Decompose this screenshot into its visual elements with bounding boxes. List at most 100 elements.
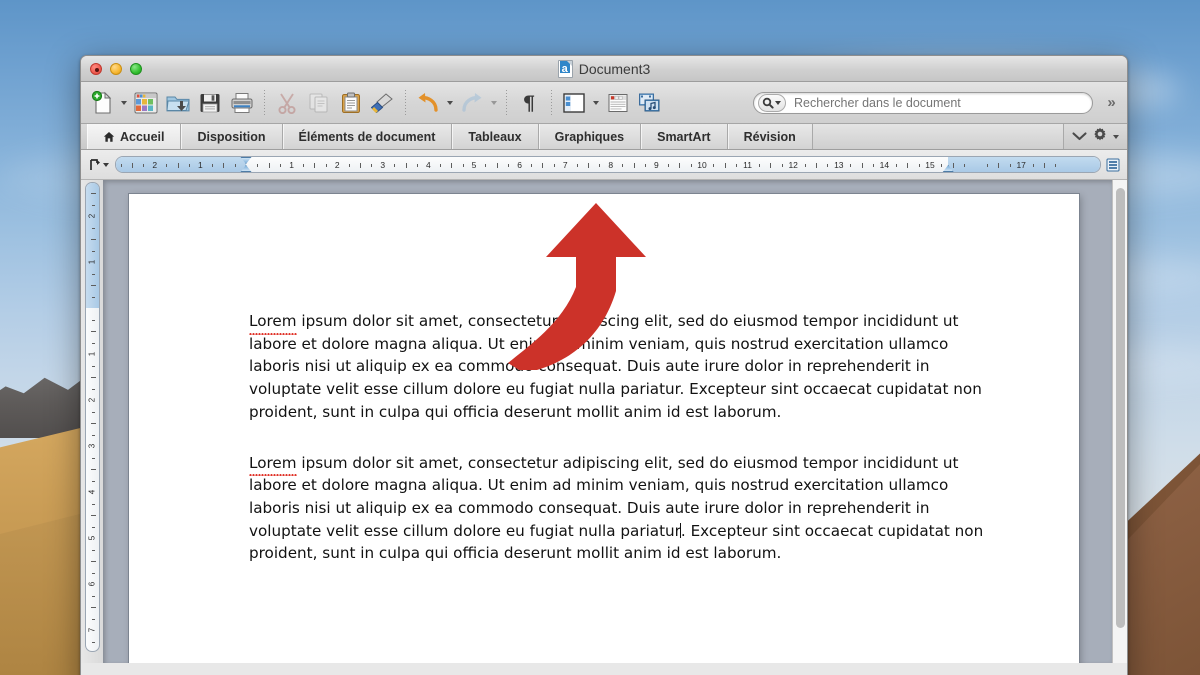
ruler-tick xyxy=(599,164,601,167)
template-gallery-button[interactable] xyxy=(131,86,161,120)
chevron-down-icon[interactable] xyxy=(1072,128,1087,146)
ruler-tick xyxy=(280,164,282,167)
close-button[interactable] xyxy=(90,62,102,75)
ruler-tick xyxy=(679,163,681,168)
ruler-number: 17 xyxy=(1016,160,1026,170)
ruler-tick xyxy=(759,164,760,167)
open-button[interactable] xyxy=(163,86,193,120)
document-work-area: 2 1 1 2 3 4 5 6 7 Lorem ipsum dolor sit amet, co… xyxy=(81,180,1127,663)
ruler-tick xyxy=(91,549,95,551)
paste-button[interactable] xyxy=(336,86,366,120)
toolbar-separator xyxy=(551,89,552,116)
ruler-tick xyxy=(713,164,715,167)
print-button[interactable] xyxy=(227,86,257,120)
search-input[interactable] xyxy=(786,95,1092,110)
ruler-tick xyxy=(576,164,578,167)
sidebar-panel-icon[interactable] xyxy=(559,86,589,120)
ruler-tick xyxy=(861,163,863,168)
ruler-tick xyxy=(895,164,897,167)
cut-button[interactable] xyxy=(272,86,302,120)
paragraph[interactable]: Lorem ipsum dolor sit amet, consectetur … xyxy=(249,452,985,566)
redo-button[interactable] xyxy=(457,86,487,120)
tab-label: Graphiques xyxy=(554,129,625,144)
sidebar-dropdown-icon[interactable] xyxy=(591,86,601,120)
ruler-tick xyxy=(90,331,96,332)
tab-tableaux[interactable]: Tableaux xyxy=(452,124,539,149)
ruler-tick xyxy=(827,164,829,167)
ruler-tick xyxy=(177,163,179,168)
ribbon-tab-bar: Accueil Disposition Éléments de document… xyxy=(81,124,1127,150)
undo-button[interactable] xyxy=(413,86,443,120)
ruler-tick xyxy=(496,163,498,168)
ruler-tick xyxy=(667,164,669,167)
ruler-tick xyxy=(91,503,95,505)
ruler-tick xyxy=(508,164,510,167)
document-body[interactable]: Lorem ipsum dolor sit amet, consectetur … xyxy=(249,310,985,593)
tab-revision[interactable]: Révision xyxy=(727,124,813,149)
tab-stop-selector-icon[interactable] xyxy=(85,158,113,172)
ruler-tick xyxy=(987,164,988,167)
ruler-tick xyxy=(633,163,635,168)
ruler-number: 5 xyxy=(87,535,97,541)
pilcrow-icon[interactable]: ¶ xyxy=(514,86,544,120)
horizontal-ruler[interactable]: 2 1 1 2 3 4 5 6 7 8 9 10 11 12 13 14 15 17 xyxy=(115,156,1101,173)
ruler-tick xyxy=(542,163,544,168)
document-canvas[interactable]: Lorem ipsum dolor sit amet, consectetur … xyxy=(103,180,1112,663)
svg-text:¶: ¶ xyxy=(523,92,536,114)
paragraph[interactable]: Lorem ipsum dolor sit amet, consectetur … xyxy=(249,310,985,424)
zoom-button[interactable] xyxy=(130,62,142,75)
misspelled-word[interactable]: Lorem xyxy=(249,452,297,476)
window-controls xyxy=(81,62,142,75)
ruler-tick xyxy=(531,164,532,167)
ruler-tick xyxy=(816,163,817,168)
ruler-tick xyxy=(405,163,407,168)
undo-dropdown-icon[interactable] xyxy=(445,86,455,120)
toolbar-separator xyxy=(264,89,265,116)
save-button[interactable] xyxy=(195,86,225,120)
document-view-icon[interactable] xyxy=(1103,156,1123,173)
document-page[interactable]: Lorem ipsum dolor sit amet, consectetur … xyxy=(129,194,1079,663)
minimize-button[interactable] xyxy=(110,62,122,75)
ruler-tick xyxy=(91,342,95,344)
vertical-scrollbar[interactable] xyxy=(1112,180,1127,663)
misspelled-word[interactable]: Lorem xyxy=(249,310,297,335)
tab-disposition[interactable]: Disposition xyxy=(181,124,283,149)
ruler-tick xyxy=(952,163,954,168)
ruler-tick xyxy=(804,164,806,167)
toolbox-button[interactable] xyxy=(603,86,633,120)
gear-dropdown-icon[interactable] xyxy=(1113,134,1119,139)
new-document-dropdown-icon[interactable] xyxy=(119,86,129,120)
ruler-tick xyxy=(91,319,95,321)
format-painter-button[interactable] xyxy=(368,86,398,120)
ruler-tick xyxy=(91,595,95,597)
ruler-tick xyxy=(371,164,373,167)
vertical-ruler[interactable]: 2 1 1 2 3 4 5 6 7 xyxy=(84,182,100,652)
redo-dropdown-icon[interactable] xyxy=(489,86,499,120)
ruler-tick xyxy=(91,296,95,298)
ruler-tick xyxy=(348,164,350,167)
ruler-tick xyxy=(91,365,95,367)
ruler-tick xyxy=(120,164,122,167)
search-field[interactable] xyxy=(753,91,1093,114)
ruler-tick xyxy=(850,164,852,167)
tab-smartart[interactable]: SmartArt xyxy=(641,124,728,149)
copy-button[interactable] xyxy=(304,86,334,120)
tab-graphiques[interactable]: Graphiques xyxy=(538,124,642,149)
title-bar[interactable]: Document3 xyxy=(81,56,1127,82)
ruler-tick xyxy=(234,164,236,167)
ruler-tick xyxy=(314,163,316,168)
ruler-tick xyxy=(622,164,624,167)
tab-accueil[interactable]: Accueil xyxy=(87,124,182,149)
gear-icon[interactable] xyxy=(1093,127,1107,146)
ruler-number: 7 xyxy=(562,160,568,170)
ruler-tick xyxy=(588,163,589,168)
scrollbar-thumb[interactable] xyxy=(1116,188,1125,628)
magnifier-icon[interactable] xyxy=(758,93,786,112)
ruler-tick xyxy=(645,164,646,167)
ruler-tick xyxy=(941,164,943,167)
new-document-button[interactable] xyxy=(87,86,117,120)
toolbar-overflow-icon[interactable]: » xyxy=(1095,94,1121,111)
ruler-tick xyxy=(166,164,168,167)
media-browser-button[interactable] xyxy=(635,86,665,120)
tab-elements-de-document[interactable]: Éléments de document xyxy=(282,124,453,149)
